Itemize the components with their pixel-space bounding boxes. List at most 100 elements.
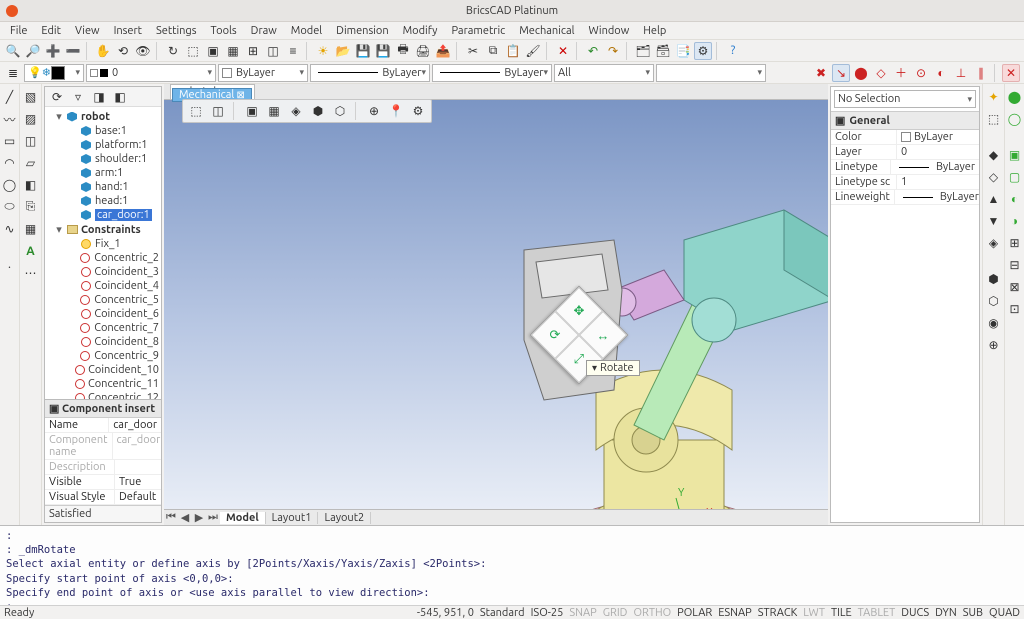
dm-a1-icon[interactable]: ✦ [985, 88, 1003, 106]
menu-draw[interactable]: Draw [245, 24, 283, 38]
status-standard[interactable]: Standard [480, 607, 525, 619]
component-row[interactable]: VisibleTrue [45, 475, 161, 490]
vp-t5-icon[interactable]: ◈ [287, 102, 305, 120]
tree-node[interactable]: ▾robot [47, 109, 159, 124]
dm-a5-icon[interactable]: ▲ [985, 190, 1003, 208]
tree-node[interactable]: arm:1 [47, 166, 159, 180]
tree-node[interactable]: Coincident_3 [47, 265, 159, 279]
undo-icon[interactable]: ↶ [584, 42, 602, 60]
point-icon[interactable]: · [1, 258, 19, 276]
status-flag-esnap[interactable]: ESNAP [718, 607, 752, 619]
dm-b9-icon[interactable]: ⊠ [1006, 278, 1024, 296]
extra-combo[interactable]: ▾ [656, 64, 766, 82]
tiles-icon[interactable]: ⊞ [244, 42, 262, 60]
redo-icon[interactable]: ↷ [604, 42, 622, 60]
print-icon[interactable]: 🖨 [414, 42, 432, 60]
tab-last-icon[interactable]: ⏭ [206, 511, 220, 524]
dm-b1-icon[interactable]: ⬤ [1006, 88, 1024, 106]
dm-a3-icon[interactable]: ◆ [985, 146, 1003, 164]
status-flag-polar[interactable]: POLAR [677, 607, 712, 619]
tree-node[interactable]: Coincident_10 [47, 363, 159, 377]
vp-t4-icon[interactable]: ▦ [265, 102, 283, 120]
tree-filter-icon[interactable]: ▿ [69, 88, 87, 106]
dm-tool-1-icon[interactable]: ✖ [812, 64, 830, 82]
tab-next-icon[interactable]: ▶ [192, 511, 206, 524]
dm-b2-icon[interactable]: ◯ [1006, 110, 1024, 128]
tree-node[interactable]: Concentric_7 [47, 321, 159, 335]
dm-tool-4-icon[interactable]: ◇ [872, 64, 890, 82]
dm-tool-3-icon[interactable]: ⬤ [852, 64, 870, 82]
status-flag-quad[interactable]: QUAD [989, 607, 1020, 619]
copy-icon[interactable]: ⧉ [484, 42, 502, 60]
window-icon[interactable]: ◫ [264, 42, 282, 60]
vp-t9-icon[interactable]: 📍 [387, 102, 405, 120]
vp-t1-icon[interactable]: ⬚ [187, 102, 205, 120]
component-row[interactable]: Component namecar_door [45, 433, 161, 460]
help-icon[interactable]: ? [724, 42, 742, 60]
new-icon[interactable]: ☀ [314, 42, 332, 60]
status-flag-snap[interactable]: SNAP [569, 607, 596, 619]
menu-dimension[interactable]: Dimension [330, 24, 394, 38]
property-row[interactable]: Linetype ByLayer [831, 160, 979, 175]
tree-refresh-icon[interactable]: ⟳ [48, 88, 66, 106]
status-flag-ducs[interactable]: DUCS [901, 607, 929, 619]
menu-file[interactable]: File [4, 24, 33, 38]
tree-node[interactable]: head:1 [47, 194, 159, 208]
print-preview-icon[interactable]: 🖶 [394, 42, 412, 60]
dm-tool-6-icon[interactable]: ⊙ [912, 64, 930, 82]
block-icon[interactable]: ◧ [22, 176, 40, 194]
properties-section-general[interactable]: ▣General [831, 111, 979, 130]
dm-b5-icon[interactable]: ◐ [1006, 190, 1024, 208]
delete-icon[interactable]: ✕ [554, 42, 572, 60]
component-row[interactable]: Visual StyleDefault [45, 490, 161, 505]
tree-node[interactable]: Concentric_11 [47, 377, 159, 391]
status-flag-ortho[interactable]: ORTHO [633, 607, 671, 619]
component-row[interactable]: Description [45, 460, 161, 475]
regen-icon[interactable]: ↻ [164, 42, 182, 60]
dm-a8-icon[interactable]: ⬢ [985, 270, 1003, 288]
dm-tool-9-icon[interactable]: ∥ [972, 64, 990, 82]
status-flag-tile[interactable]: TILE [831, 607, 852, 619]
tree-node[interactable]: Concentric_2 [47, 251, 159, 265]
dm-tool-5-icon[interactable]: ＋ [892, 64, 910, 82]
polyline-icon[interactable]: 〰 [1, 110, 19, 128]
save-icon[interactable]: 💾 [354, 42, 372, 60]
zoom-in-icon[interactable]: ➕ [44, 42, 62, 60]
vp-t3-icon[interactable]: ▣ [243, 102, 261, 120]
paste-icon[interactable]: 📋 [504, 42, 522, 60]
dm-a4-icon[interactable]: ◇ [985, 168, 1003, 186]
layout-icon[interactable]: ▣ [204, 42, 222, 60]
menu-help[interactable]: Help [637, 24, 672, 38]
menu-modify[interactable]: Modify [397, 24, 444, 38]
color-combo[interactable]: ByLayer▾ [218, 64, 308, 82]
tree-node[interactable]: shoulder:1 [47, 152, 159, 166]
dm-b7-icon[interactable]: ⊞ [1006, 234, 1024, 252]
drawing-explorer-icon[interactable]: 🗃 [654, 42, 672, 60]
dm-a2-icon[interactable]: ⬚ [985, 110, 1003, 128]
menu-edit[interactable]: Edit [35, 24, 67, 38]
tree-node[interactable]: Concentric_9 [47, 349, 159, 363]
tree-node[interactable]: Concentric_12 [47, 391, 159, 399]
open-icon[interactable]: 📂 [334, 42, 352, 60]
dm-a7-icon[interactable]: ◈ [985, 234, 1003, 252]
dm-b10-icon[interactable]: ⊡ [1006, 300, 1024, 318]
spline-icon[interactable]: ∿ [1, 220, 19, 238]
menu-model[interactable]: Model [285, 24, 328, 38]
property-row[interactable]: Color ByLayer [831, 130, 979, 145]
settings-icon[interactable]: ⚙ [694, 42, 712, 60]
menu-view[interactable]: View [69, 24, 106, 38]
menu-insert[interactable]: Insert [108, 24, 148, 38]
status-flag-sub[interactable]: SUB [963, 607, 983, 619]
more-icon[interactable]: ⋯ [22, 264, 40, 282]
component-row[interactable]: Namecar_door [45, 418, 161, 433]
tree-node[interactable]: ▾Constraints [47, 222, 159, 237]
plotstyle-combo[interactable]: All▾ [554, 64, 654, 82]
layout-tab-model[interactable]: Model [220, 512, 266, 524]
tree-node[interactable]: car_door:1 [47, 208, 159, 222]
selection-combo[interactable]: No Selection▾ [834, 90, 976, 108]
window-close-icon[interactable] [6, 5, 18, 17]
menu-tools[interactable]: Tools [205, 24, 243, 38]
vp-t10-icon[interactable]: ⚙ [409, 102, 427, 120]
tree-expand-icon[interactable]: ◨ [90, 88, 108, 106]
vp-t8-icon[interactable]: ⊕ [365, 102, 383, 120]
